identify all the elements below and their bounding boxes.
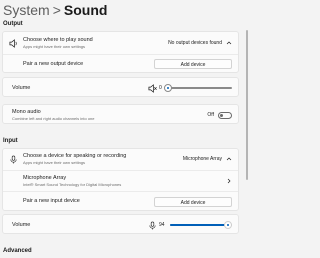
output-device-card: Choose where to play sound Apps might ha… — [2, 31, 239, 73]
mono-audio-subtitle: Combine left and right audio channels in… — [12, 116, 95, 121]
input-volume-thumb[interactable] — [224, 221, 233, 229]
breadcrumb-separator: > — [52, 2, 61, 18]
input-volume-card: Volume 94 — [2, 214, 239, 234]
microphone-array-subtitle: Intel® Smart Sound Technology for Digita… — [23, 182, 122, 187]
output-section-label: Output — [3, 21, 23, 27]
input-device-value: Microphone Array — [182, 156, 222, 162]
output-choose-title: Choose where to play sound — [23, 37, 93, 43]
breadcrumb-system[interactable]: System — [3, 2, 50, 18]
chevron-right-icon[interactable] — [226, 178, 232, 184]
advanced-section-label: Advanced — [3, 248, 32, 254]
input-volume-label: Volume — [12, 221, 31, 228]
output-volume-thumb[interactable] — [164, 84, 172, 92]
microphone-icon — [9, 155, 18, 164]
page-title: Sound — [63, 2, 108, 18]
input-device-row[interactable]: Choose a device for speaking or recordin… — [3, 149, 238, 169]
mono-audio-toggle[interactable] — [218, 111, 232, 119]
microphone-array-row[interactable]: Microphone Array Intel® Smart Sound Tech… — [3, 171, 238, 191]
breadcrumb: System > Sound — [3, 1, 107, 19]
input-device-card: Choose a device for speaking or recordin… — [2, 148, 239, 211]
input-choose-title: Choose a device for speaking or recordin… — [23, 153, 127, 159]
output-volume-label: Volume — [12, 84, 31, 91]
mono-audio-row: Mono audio Combine left and right audio … — [3, 105, 238, 125]
mono-audio-state: Off — [207, 112, 214, 118]
pair-output-label: Pair a new output device — [23, 60, 84, 67]
output-volume-card: Volume 0 — [2, 77, 239, 97]
add-output-device-button[interactable]: Add device — [154, 59, 232, 69]
output-volume-slider[interactable] — [164, 84, 232, 92]
microphone-icon[interactable] — [148, 221, 157, 230]
pair-input-row: Pair a new input device Add device — [3, 192, 238, 211]
speaker-icon — [9, 38, 18, 48]
pair-input-label: Pair a new input device — [23, 198, 80, 204]
add-input-device-button[interactable]: Add device — [154, 196, 232, 207]
mono-audio-card: Mono audio Combine left and right audio … — [2, 104, 239, 124]
input-volume-fill — [170, 224, 229, 226]
input-volume-value: 94 — [159, 222, 165, 228]
scrollbar[interactable] — [246, 30, 248, 180]
input-section-label: Input — [3, 138, 18, 144]
mono-audio-title: Mono audio — [12, 109, 41, 115]
output-volume-row: Volume 0 — [3, 78, 238, 98]
pair-output-row: Pair a new output device Add device — [3, 55, 238, 73]
chevron-up-icon[interactable] — [226, 156, 232, 162]
input-volume-row: Volume 94 — [3, 215, 238, 235]
chevron-up-icon[interactable] — [226, 40, 232, 46]
input-choose-subtitle: Apps might have their own settings — [23, 160, 86, 165]
microphone-array-title: Microphone Array — [23, 175, 67, 181]
mute-speaker-icon[interactable] — [148, 83, 157, 93]
input-volume-slider[interactable] — [170, 221, 233, 229]
output-choose-subtitle: Apps might have their own settings — [23, 44, 86, 49]
output-device-value: No output devices found — [168, 40, 222, 46]
output-device-row[interactable]: Choose where to play sound Apps might ha… — [3, 32, 238, 54]
